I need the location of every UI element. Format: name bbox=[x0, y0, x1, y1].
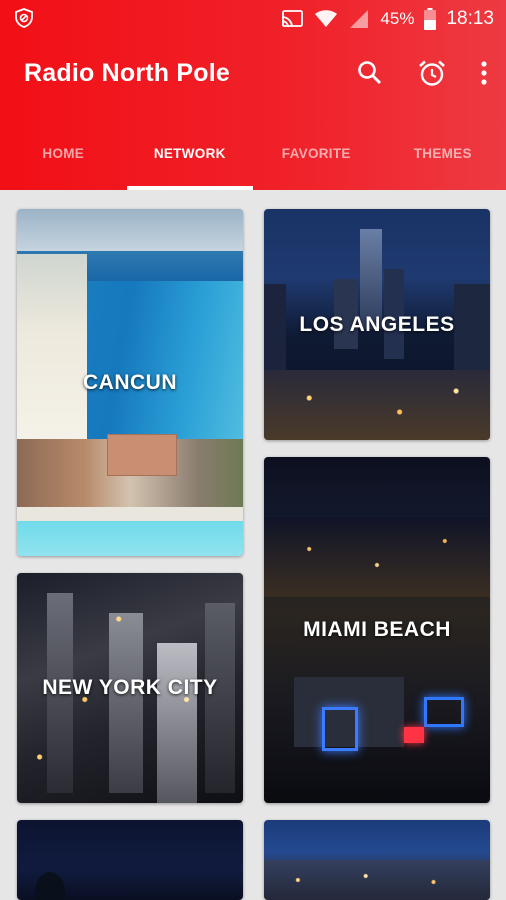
status-bar: 45% 18:13 bbox=[0, 0, 506, 38]
more-vert-icon[interactable] bbox=[480, 60, 488, 86]
alarm-icon[interactable] bbox=[417, 58, 447, 88]
tab-bar: HOME NETWORK FAVORITE THEMES bbox=[0, 130, 506, 190]
tab-themes[interactable]: THEMES bbox=[380, 130, 506, 190]
toolbar-actions bbox=[356, 58, 488, 88]
city-name: CANCUN bbox=[83, 370, 177, 394]
cast-icon bbox=[280, 9, 304, 29]
city-card-cancun[interactable]: CANCUN bbox=[17, 209, 243, 556]
app-bar: 45% 18:13 Radio North Pole HOME NETWORK … bbox=[0, 0, 506, 190]
city-card-partial-right[interactable] bbox=[264, 820, 490, 900]
clock: 18:13 bbox=[446, 8, 494, 29]
search-icon[interactable] bbox=[356, 59, 384, 87]
battery-icon bbox=[424, 8, 437, 30]
shield-icon bbox=[13, 7, 35, 29]
tab-network[interactable]: NETWORK bbox=[126, 130, 254, 190]
tab-favorite[interactable]: FAVORITE bbox=[253, 130, 380, 190]
signal-icon bbox=[348, 8, 370, 30]
tab-home[interactable]: HOME bbox=[0, 130, 127, 190]
city-card-new-york-city[interactable]: NEW YORK CITY bbox=[17, 573, 243, 803]
app-title: Radio North Pole bbox=[24, 59, 230, 87]
city-name: MIAMI BEACH bbox=[303, 618, 451, 641]
city-card-los-angeles[interactable]: LOS ANGELES bbox=[264, 209, 490, 440]
wifi-icon bbox=[314, 9, 338, 29]
city-card-partial-left[interactable] bbox=[17, 820, 243, 900]
city-card-miami-beach[interactable]: MIAMI BEACH bbox=[264, 457, 490, 803]
city-name: NEW YORK CITY bbox=[42, 676, 218, 699]
city-name: LOS ANGELES bbox=[299, 312, 455, 336]
battery-percent: 45% bbox=[380, 9, 415, 28]
status-right: 45% 18:13 bbox=[280, 6, 494, 32]
